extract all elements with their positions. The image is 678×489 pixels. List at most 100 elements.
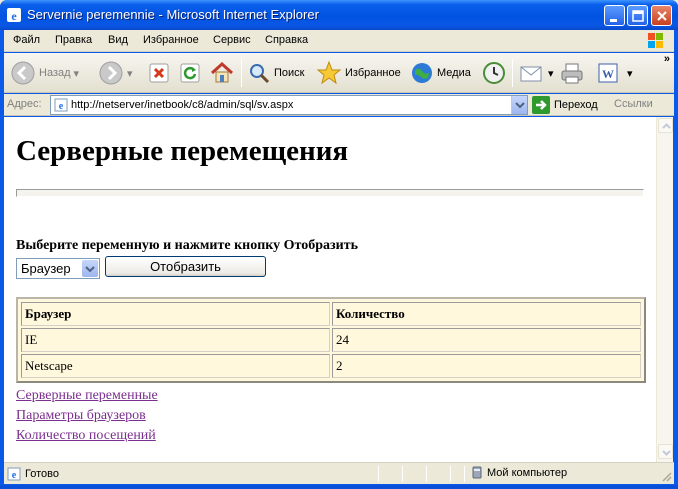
status-text: Готово bbox=[25, 468, 59, 480]
mail-icon bbox=[520, 66, 542, 82]
toolbar-separator bbox=[512, 59, 513, 87]
page-done-icon: e bbox=[7, 467, 21, 481]
status-divider bbox=[450, 466, 451, 482]
forward-button[interactable]: ▾ bbox=[98, 59, 133, 87]
maximize-button[interactable] bbox=[627, 5, 648, 26]
mail-button[interactable]: ▾ bbox=[519, 59, 554, 87]
menu-favorites[interactable]: Избранное bbox=[143, 34, 199, 46]
browser-window: e Servernie peremennie - Microsoft Inter… bbox=[0, 0, 678, 489]
show-button[interactable]: Отобразить bbox=[105, 256, 266, 277]
menu-help[interactable]: Справка bbox=[265, 34, 308, 46]
stop-button[interactable] bbox=[148, 59, 170, 87]
ie-icon: e bbox=[7, 8, 21, 23]
go-label: Переход bbox=[554, 99, 598, 111]
maximize-icon bbox=[632, 10, 644, 22]
media-button[interactable]: Медиа bbox=[410, 59, 471, 87]
back-label: Назад bbox=[39, 67, 71, 79]
zone-label: Мой компьютер bbox=[487, 467, 568, 479]
table-header-row: Браузер Количество bbox=[21, 302, 641, 326]
back-button[interactable]: Назад ▾ bbox=[10, 59, 79, 87]
status-divider bbox=[378, 466, 379, 482]
go-button[interactable]: Переход bbox=[532, 96, 598, 114]
chevron-down-icon bbox=[515, 102, 525, 109]
address-label: Адрес: bbox=[7, 98, 42, 110]
search-button[interactable]: Поиск bbox=[247, 59, 304, 87]
variable-select[interactable]: Браузер bbox=[16, 258, 100, 279]
chevron-up-icon bbox=[662, 123, 671, 129]
search-icon bbox=[250, 64, 270, 84]
home-button[interactable] bbox=[209, 59, 235, 87]
menu-file[interactable]: Файл bbox=[13, 34, 40, 46]
stop-icon bbox=[149, 63, 169, 83]
menu-view[interactable]: Вид bbox=[108, 34, 128, 46]
media-globe-icon bbox=[412, 63, 432, 83]
toolbar-separator bbox=[241, 59, 242, 87]
table-row: IE 24 bbox=[21, 328, 641, 352]
computer-icon bbox=[472, 466, 482, 479]
minimize-icon bbox=[610, 19, 617, 22]
status-divider bbox=[402, 466, 403, 482]
address-dropdown-button[interactable] bbox=[511, 96, 527, 114]
back-dropdown-icon[interactable]: ▾ bbox=[74, 67, 80, 80]
page-title: Серверные перемещения bbox=[16, 135, 349, 167]
link-server-variables[interactable]: Серверные переменные bbox=[16, 386, 158, 406]
svg-text:e: e bbox=[12, 470, 17, 481]
refresh-button[interactable] bbox=[179, 59, 201, 87]
close-icon bbox=[657, 11, 667, 21]
page-content: Серверные перемещения Выберите переменну… bbox=[4, 117, 656, 462]
page-icon: e bbox=[54, 98, 68, 112]
table-cell: IE bbox=[21, 328, 330, 352]
chevron-down-icon bbox=[662, 450, 671, 456]
back-arrow-icon bbox=[11, 61, 35, 85]
printer-icon bbox=[561, 63, 583, 84]
mail-dropdown-icon[interactable]: ▾ bbox=[548, 67, 554, 80]
nav-links: Серверные переменные Параметры браузеров… bbox=[16, 386, 158, 446]
word-icon: W bbox=[598, 63, 618, 83]
link-browser-params[interactable]: Параметры браузеров bbox=[16, 406, 158, 426]
favorites-button[interactable]: Избранное bbox=[316, 59, 401, 87]
address-bar: Адрес: e http://netserver/inetbook/c8/ad… bbox=[4, 94, 674, 116]
table-header-count: Количество bbox=[332, 302, 641, 326]
toolbar: Назад ▾ ▾ Поиск Избранное Медиа ▾ W ▾ » bbox=[4, 53, 674, 93]
minimize-button[interactable] bbox=[604, 5, 625, 26]
close-button[interactable] bbox=[651, 5, 672, 26]
links-label[interactable]: Ссылки bbox=[614, 98, 653, 110]
favorites-label: Избранное bbox=[345, 67, 401, 79]
link-visit-count[interactable]: Количество посещений bbox=[16, 426, 158, 446]
edit-dropdown-icon[interactable]: ▾ bbox=[627, 67, 633, 80]
media-label: Медиа bbox=[437, 67, 471, 79]
svg-text:W: W bbox=[602, 67, 614, 81]
menu-bar: Файл Правка Вид Избранное Сервис Справка bbox=[4, 30, 674, 52]
chevron-down-icon bbox=[85, 266, 95, 273]
svg-text:e: e bbox=[59, 101, 64, 112]
menu-tools[interactable]: Сервис bbox=[213, 34, 251, 46]
history-button[interactable] bbox=[482, 59, 506, 87]
table-header-browser: Браузер bbox=[21, 302, 330, 326]
security-zone: Мой компьютер bbox=[470, 466, 567, 480]
scroll-down-button[interactable] bbox=[658, 444, 673, 459]
forward-dropdown-icon[interactable]: ▾ bbox=[127, 67, 133, 80]
resize-grip-icon[interactable] bbox=[660, 470, 672, 482]
scroll-up-button[interactable] bbox=[658, 118, 673, 133]
instruction-text: Выберите переменную и нажмите кнопку Ото… bbox=[16, 238, 358, 253]
title-bar[interactable]: e Servernie peremennie - Microsoft Inter… bbox=[0, 0, 678, 30]
go-arrow-icon bbox=[532, 96, 550, 114]
toolbar-chevron-icon[interactable]: » bbox=[664, 53, 670, 65]
status-bar: e Готово Мой компьютер bbox=[4, 462, 674, 484]
select-dropdown-button[interactable] bbox=[82, 260, 98, 277]
refresh-icon bbox=[180, 63, 200, 83]
history-icon bbox=[483, 62, 505, 84]
address-input[interactable]: e http://netserver/inetbook/c8/admin/sql… bbox=[50, 95, 528, 115]
table-cell: 2 bbox=[332, 354, 641, 378]
table-cell: 24 bbox=[332, 328, 641, 352]
edit-word-button[interactable]: W ▾ bbox=[597, 59, 633, 87]
results-table: Браузер Количество IE 24 Netscape 2 bbox=[16, 297, 646, 383]
windows-logo-icon bbox=[648, 33, 663, 48]
svg-text:e: e bbox=[11, 9, 17, 23]
print-button[interactable] bbox=[559, 59, 585, 87]
home-icon bbox=[210, 61, 234, 83]
vertical-scrollbar[interactable] bbox=[656, 117, 673, 462]
address-url: http://netserver/inetbook/c8/admin/sql/s… bbox=[71, 99, 294, 111]
menu-edit[interactable]: Правка bbox=[55, 34, 92, 46]
table-cell: Netscape bbox=[21, 354, 330, 378]
